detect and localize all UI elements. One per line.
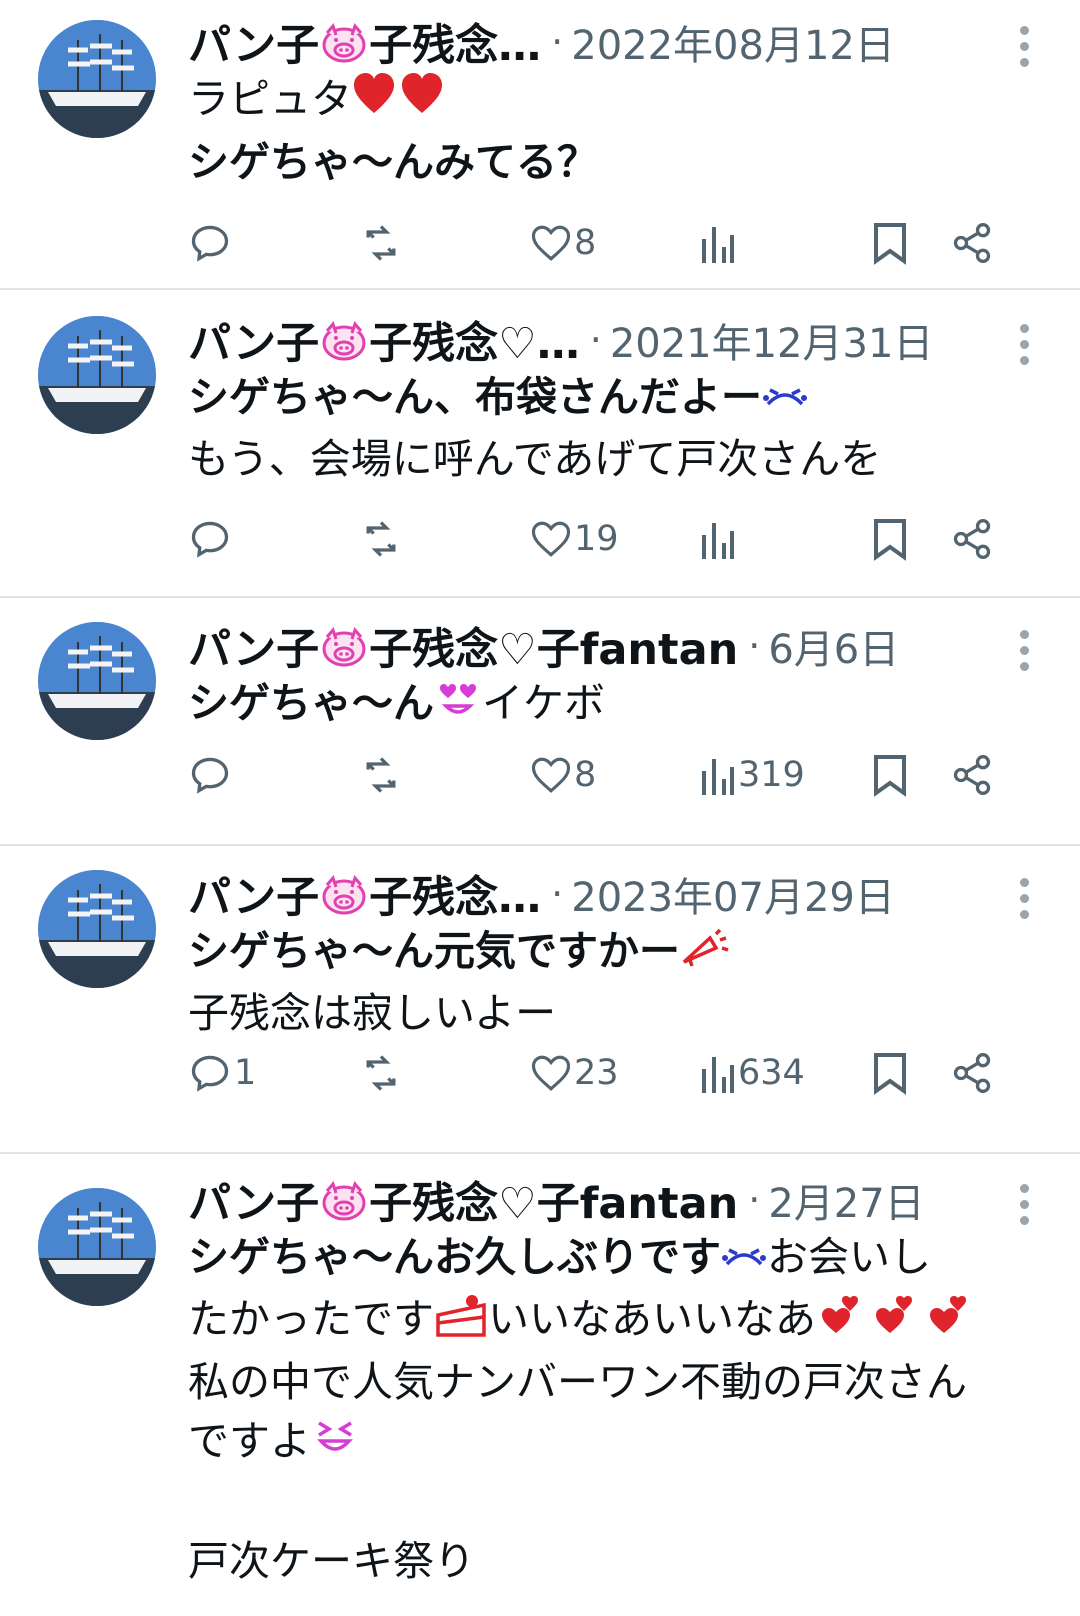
post-text: シゲちゃ〜ん イケボ	[188, 674, 605, 736]
views-icon	[702, 523, 734, 559]
separator-dot: ·	[551, 872, 564, 916]
like-button[interactable]: 19	[530, 514, 619, 564]
bookmark-button[interactable]	[872, 1048, 908, 1098]
post-date[interactable]: 2022年08月12日	[571, 13, 895, 71]
views-icon	[702, 1057, 734, 1093]
share-icon	[953, 223, 991, 263]
separator-dot: ·	[551, 20, 564, 64]
reply-button[interactable]	[188, 514, 234, 564]
bookmark-icon	[874, 223, 906, 265]
more-icon[interactable]	[1020, 1184, 1032, 1225]
views-icon	[702, 227, 734, 263]
share-icon	[953, 1053, 991, 1093]
separator-dot: ·	[748, 624, 761, 668]
pig-face-icon	[321, 626, 367, 678]
post-text: ラピュタ シゲちゃ〜んみてる？	[188, 70, 598, 192]
repost-icon	[366, 1055, 396, 1091]
post[interactable]: パン子 子残念♡子fantan · 2月27日 シゲちゃ〜んお久しぶりです お会いし…	[0, 1154, 1080, 1616]
red-heart-icon	[352, 71, 444, 133]
repost-icon	[366, 521, 396, 557]
reply-icon	[191, 1055, 229, 1092]
like-button[interactable]: 8	[530, 218, 596, 268]
more-icon[interactable]	[1020, 324, 1032, 365]
avatar[interactable]	[38, 316, 156, 434]
repost-button[interactable]	[358, 1048, 404, 1098]
post[interactable]: パン子 子残念… · 2022年08月12日 ラピュタ シゲちゃ〜んみてる？ 8	[0, 0, 1080, 290]
cake-icon	[434, 1291, 488, 1353]
post-date[interactable]: 2023年07月29日	[571, 865, 895, 923]
repost-button[interactable]	[358, 514, 404, 564]
author-name[interactable]: パン子 子残念…	[188, 863, 541, 926]
separator-dot: ·	[589, 318, 602, 362]
bookmark-icon	[874, 755, 906, 797]
heart-icon	[531, 757, 571, 793]
pig-face-icon	[321, 874, 367, 926]
megaphone-icon	[680, 925, 732, 984]
crying-face-icon	[721, 1231, 767, 1290]
post-date[interactable]: 2021年12月31日	[610, 311, 934, 369]
two-hearts-icon	[816, 1291, 976, 1353]
avatar[interactable]	[38, 20, 156, 138]
views-button[interactable]: 634	[700, 1048, 805, 1098]
share-button[interactable]	[950, 514, 994, 564]
like-button[interactable]: 8	[530, 750, 596, 800]
avatar[interactable]	[38, 622, 156, 740]
heart-icon	[531, 521, 571, 557]
avatar[interactable]	[38, 870, 156, 988]
post[interactable]: パン子 子残念… · 2023年07月29日 シゲちゃ〜ん元気ですかー 子残念は寂…	[0, 846, 1080, 1154]
views-icon	[702, 759, 734, 795]
reply-button[interactable]	[188, 218, 234, 268]
reply-icon	[191, 757, 229, 794]
pig-face-icon	[321, 22, 367, 74]
heart-eyes-icon	[434, 677, 482, 736]
like-button[interactable]: 23	[530, 1048, 619, 1098]
author-name[interactable]: パン子 子残念♡…	[188, 309, 580, 372]
heart-icon	[531, 1055, 571, 1091]
repost-icon	[366, 757, 396, 793]
share-button[interactable]	[950, 1048, 994, 1098]
more-icon[interactable]	[1020, 630, 1032, 671]
post[interactable]: パン子 子残念♡子fantan · 6月6日 シゲちゃ〜ん イケボ 8 319	[0, 598, 1080, 846]
share-button[interactable]	[950, 218, 994, 268]
bookmark-icon	[874, 519, 906, 561]
author-name[interactable]: パン子 子残念…	[188, 11, 541, 74]
bookmark-button[interactable]	[872, 514, 908, 564]
views-button[interactable]: 319	[700, 750, 805, 800]
reply-icon	[191, 225, 229, 262]
pig-face-icon	[321, 320, 367, 372]
post-date[interactable]: 6月6日	[768, 617, 899, 675]
grinning-squinting-face-icon	[311, 1414, 359, 1473]
post[interactable]: パン子 子残念♡… · 2021年12月31日 シゲちゃ〜ん、布袋さんだよー もう…	[0, 290, 1080, 598]
post-text: シゲちゃ〜んお久しぶりです お会いし たかったです いいなあいいなあ 私の中で人気ナ…	[188, 1228, 976, 1591]
post-text: シゲちゃ〜ん元気ですかー 子残念は寂しいよー	[188, 922, 732, 1043]
bookmark-icon	[874, 1053, 906, 1095]
more-icon[interactable]	[1020, 878, 1032, 919]
post-text: シゲちゃ〜ん、布袋さんだよー もう、会場に呼んであげて戸次さんを	[188, 368, 881, 489]
heart-icon	[531, 225, 571, 261]
repost-icon	[366, 225, 396, 261]
views-button[interactable]	[700, 218, 738, 268]
repost-button[interactable]	[358, 218, 404, 268]
share-button[interactable]	[950, 750, 994, 800]
separator-dot: ·	[748, 1178, 761, 1222]
reply-icon	[191, 521, 229, 558]
post-date[interactable]: 2月27日	[768, 1171, 924, 1229]
author-name[interactable]: パン子 子残念♡子fantan	[188, 615, 738, 678]
more-icon[interactable]	[1020, 26, 1032, 67]
reply-button[interactable]: 1	[188, 1048, 256, 1098]
share-icon	[953, 755, 991, 795]
author-name[interactable]: パン子 子残念♡子fantan	[188, 1169, 738, 1232]
repost-button[interactable]	[358, 750, 404, 800]
avatar[interactable]	[38, 1188, 156, 1306]
pig-face-icon	[321, 1180, 367, 1232]
bookmark-button[interactable]	[872, 218, 908, 268]
views-button[interactable]	[700, 514, 738, 564]
crying-face-icon	[762, 371, 808, 430]
bookmark-button[interactable]	[872, 750, 908, 800]
reply-button[interactable]	[188, 750, 234, 800]
share-icon	[953, 519, 991, 559]
